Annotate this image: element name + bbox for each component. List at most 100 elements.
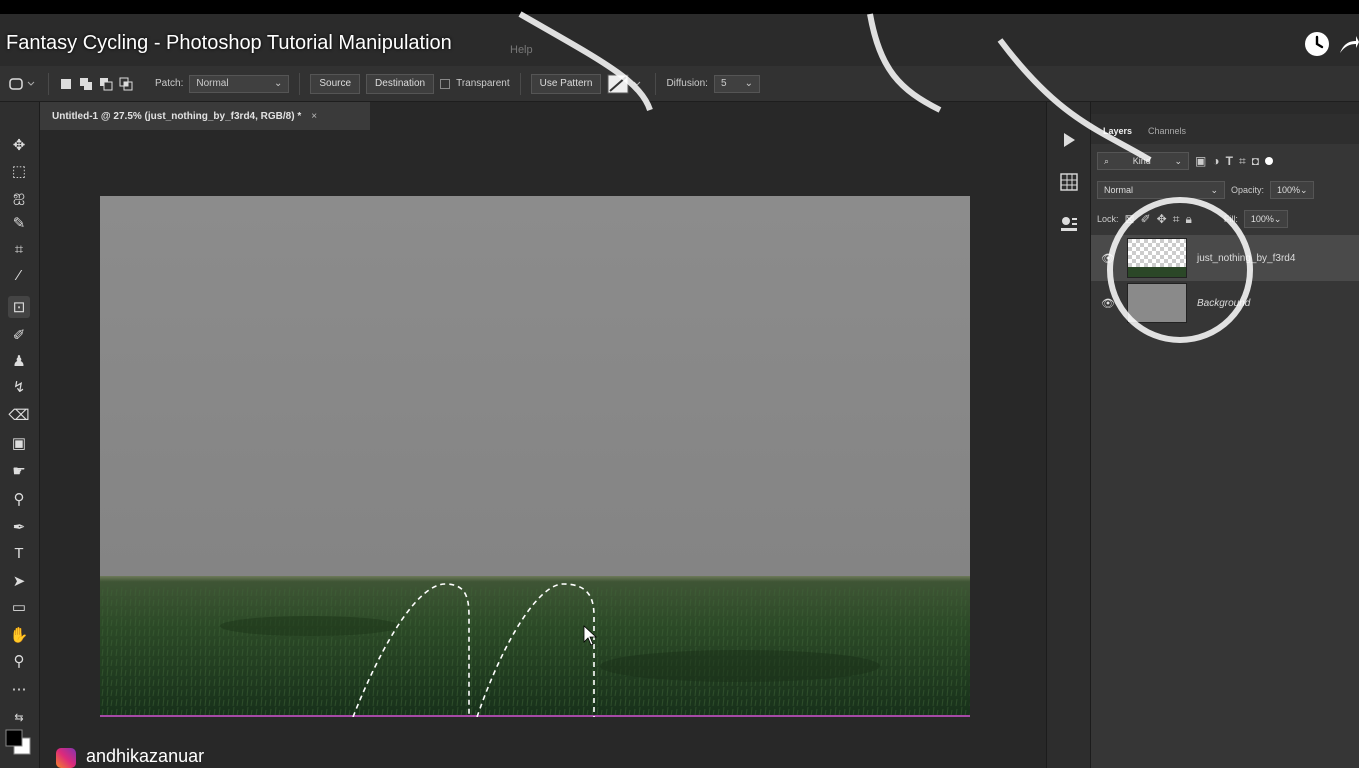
patch-mode-select[interactable]: Normal ⌄ xyxy=(189,74,290,93)
eraser-tool-icon[interactable]: ⌫ xyxy=(8,404,30,426)
menu-help[interactable]: Help xyxy=(510,44,533,56)
filter-type-icon[interactable]: T xyxy=(1226,154,1233,168)
zoom-tool-icon[interactable]: ⚲ xyxy=(8,650,30,672)
lock-image-icon[interactable]: ✐ xyxy=(1141,212,1151,226)
filter-kind-select[interactable]: ⌕ Kind ⌄ xyxy=(1097,152,1189,170)
blur-tool-icon[interactable]: ☛ xyxy=(8,460,30,482)
patch-mode-value: Normal xyxy=(196,78,229,89)
fill-value: 100% xyxy=(1250,214,1274,224)
opacity-value: 100% xyxy=(1277,185,1301,195)
diffusion-value: 5 xyxy=(720,78,727,89)
watch-later-icon[interactable] xyxy=(1304,31,1330,57)
lock-row: Lock: ⊠ ✐ ✥ ⌗ 🔒︎ Fill: 100% ⌄ xyxy=(1097,210,1288,228)
layer-thumbnail xyxy=(1127,238,1187,278)
dodge-tool-icon[interactable]: ⚲ xyxy=(8,488,30,510)
use-pattern-button[interactable]: Use Pattern xyxy=(530,73,602,94)
search-icon: ⌕ xyxy=(1104,155,1110,166)
patch-label: Patch: xyxy=(155,78,184,89)
blend-mode-select[interactable]: Normal ⌄ xyxy=(1097,181,1225,199)
type-tool-icon[interactable]: T xyxy=(8,542,30,564)
chevron-down-icon: ⌄ xyxy=(1174,155,1182,166)
diffusion-select[interactable]: 5 ⌄ xyxy=(713,74,760,93)
layer-row[interactable]: 👁︎ just_nothing_by_f3rd4 xyxy=(1091,235,1359,281)
filter-pixel-icon[interactable]: ▣ xyxy=(1195,154,1206,168)
patch-tool-preset-icon[interactable] xyxy=(8,74,38,94)
lock-artboard-icon[interactable]: ⌗ xyxy=(1173,212,1180,227)
subtract-from-selection-icon[interactable] xyxy=(99,74,113,94)
quick-selection-tool-icon[interactable]: ✎ xyxy=(8,212,30,234)
layers-panel: Layers Channels ⌕ Kind ⌄ ▣ ◑ T ⌗ ◘ Norma… xyxy=(1090,102,1359,768)
divider xyxy=(299,72,301,95)
chevron-down-icon: ⌄ xyxy=(273,78,283,89)
video-top-bar xyxy=(0,0,1359,14)
layer-name: just_nothing_by_f3rd4 xyxy=(1197,252,1296,264)
brush-tool-icon[interactable]: ✐ xyxy=(8,324,30,346)
document-tab[interactable]: Untitled-1 @ 27.5% (just_nothing_by_f3rd… xyxy=(40,102,370,130)
document-tab-bar: Untitled-1 @ 27.5% (just_nothing_by_f3rd… xyxy=(40,102,1046,130)
path-selection-tool-icon[interactable]: ➤ xyxy=(8,570,30,592)
video-title: Fantasy Cycling - Photoshop Tutorial Man… xyxy=(6,32,452,54)
chevron-down-icon: ⌄ xyxy=(1300,184,1308,195)
blend-mode-value: Normal xyxy=(1104,185,1134,195)
color-swatches-icon[interactable] xyxy=(4,728,34,758)
add-to-selection-icon[interactable] xyxy=(79,74,93,94)
fill-input[interactable]: 100% ⌄ xyxy=(1243,210,1288,228)
opacity-input[interactable]: 100% ⌄ xyxy=(1270,181,1315,199)
more-tools-icon[interactable]: ⋯ xyxy=(8,678,30,700)
clone-stamp-tool-icon[interactable]: ♟ xyxy=(8,350,30,372)
filter-row: ⌕ Kind ⌄ ▣ ◑ T ⌗ ◘ xyxy=(1097,152,1273,170)
source-button[interactable]: Source xyxy=(310,73,361,94)
rectangle-tool-icon[interactable]: ▭ xyxy=(8,596,30,618)
marquee-tool-icon[interactable]: ⬚ xyxy=(8,160,30,182)
move-tool-icon[interactable]: ✥ xyxy=(8,134,30,156)
tab-layers[interactable]: Layers xyxy=(1097,126,1142,144)
gradient-tool-icon[interactable]: ▣ xyxy=(8,432,30,454)
intersect-selection-icon[interactable] xyxy=(119,74,133,94)
share-icon[interactable] xyxy=(1340,33,1359,55)
lock-transparent-icon[interactable]: ⊠ xyxy=(1125,212,1135,226)
eye-icon[interactable]: 👁︎ xyxy=(1101,297,1121,310)
destination-button[interactable]: Destination xyxy=(366,73,435,94)
lasso-tool-icon[interactable]: ஐ xyxy=(8,186,30,208)
panel-dock xyxy=(1046,102,1090,768)
filter-shape-icon[interactable]: ⌗ xyxy=(1239,154,1246,169)
lock-label: Lock: xyxy=(1097,214,1119,224)
pattern-swatch-icon[interactable] xyxy=(607,74,645,94)
filter-toggle-icon[interactable] xyxy=(1264,157,1273,165)
divider xyxy=(48,72,49,95)
panel-header-strip xyxy=(1091,102,1359,114)
transparent-checkbox[interactable] xyxy=(440,78,451,89)
layer-row[interactable]: 👁︎ Background xyxy=(1091,280,1359,326)
panel-tabs: Layers Channels xyxy=(1091,114,1359,144)
layer-thumbnail xyxy=(1127,283,1187,323)
crop-tool-icon[interactable]: ⌗ xyxy=(8,238,30,260)
hand-tool-icon[interactable]: ✋ xyxy=(8,624,30,646)
new-selection-icon[interactable] xyxy=(59,74,73,94)
play-actions-icon[interactable] xyxy=(1059,130,1079,150)
eyedropper-tool-icon[interactable]: ⁄ xyxy=(8,264,30,286)
filter-adjustment-icon[interactable]: ◑ xyxy=(1212,154,1219,168)
grid-panel-icon[interactable] xyxy=(1059,172,1079,192)
chevron-down-icon: ⌄ xyxy=(1210,184,1218,195)
filter-smart-object-icon[interactable]: ◘ xyxy=(1252,154,1259,168)
layer-name: Background xyxy=(1197,297,1251,309)
document-canvas[interactable] xyxy=(100,196,970,717)
close-icon[interactable]: × xyxy=(311,111,317,122)
lock-position-icon[interactable]: ✥ xyxy=(1157,212,1167,226)
canvas-image xyxy=(100,196,970,717)
blend-row: Normal ⌄ Opacity: 100% ⌄ xyxy=(1097,181,1315,199)
diffusion-label: Diffusion: xyxy=(666,78,708,89)
options-bar: Patch: Normal ⌄ Source Destination Trans… xyxy=(0,66,1359,102)
patch-tool-icon[interactable]: ⊡ xyxy=(8,296,30,318)
swap-colors-icon[interactable]: ⇆ xyxy=(8,706,30,728)
tab-channels[interactable]: Channels xyxy=(1142,126,1196,144)
tools-panel: ✥ ⬚ ஐ ✎ ⌗ ⁄ ⊡ ✐ ♟ ↯ ⌫ ▣ ☛ ⚲ ✒ T ➤ ▭ ✋ ⚲ … xyxy=(0,102,40,768)
chevron-down-icon: ⌄ xyxy=(1273,213,1282,224)
lock-all-icon[interactable]: 🔒︎ xyxy=(1185,212,1191,227)
filter-kind-value: Kind xyxy=(1132,156,1151,166)
transparent-label: Transparent xyxy=(456,78,510,89)
history-brush-tool-icon[interactable]: ↯ xyxy=(8,376,30,398)
eye-icon[interactable]: 👁︎ xyxy=(1101,252,1121,265)
properties-panel-icon[interactable] xyxy=(1059,214,1079,234)
pen-tool-icon[interactable]: ✒ xyxy=(8,516,30,538)
